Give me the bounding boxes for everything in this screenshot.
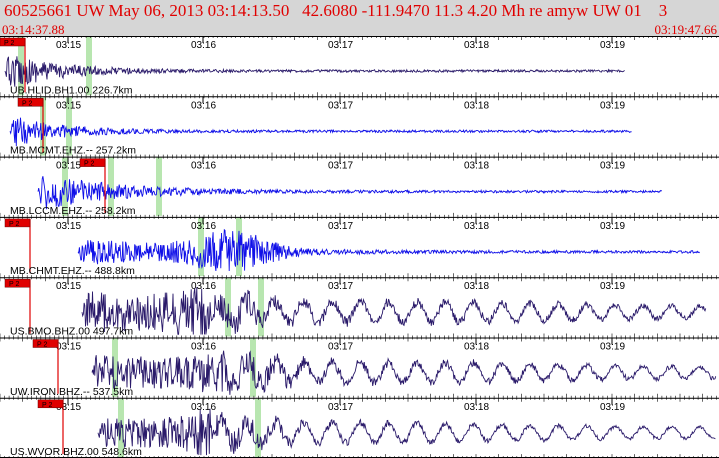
pick-label: P 2 [4,40,14,47]
time-tick-label: 03:17 [328,281,353,292]
station-label: UB.HLID.BH1.00 226.7km [10,84,133,96]
station-label: US.BMO.BHZ.00 497.7km [10,326,133,338]
time-tick-label: 03:19 [600,402,625,413]
time-tick-label: 03:16 [191,342,216,353]
time-tick-label: 03:18 [464,161,489,172]
trace-panel[interactable]: 03:15 03:16 03:17 03:18 03:19P 2US.WVOR.BHZ.… [0,397,719,458]
time-tick-label: 03:19 [600,221,625,232]
station-label: MB.CHMT.EHZ.-- 488.8km [10,265,135,277]
time-tick-label: 03:16 [191,100,216,111]
time-tick-label: 03:17 [328,161,353,172]
time-tick-label: 03:19 [600,100,625,111]
trace-panel[interactable]: 03:15 03:16 03:17 03:18 03:19 P 2 MB.MCMT.EHZ.… [0,96,719,157]
time-tick-label: 03:18 [464,342,489,353]
time-tick-label: 03:19 [600,281,625,292]
event-header: 60525661 UW May 06, 2013 03:14:13.50 42.… [0,0,719,37]
pick-label: P 2 [9,281,19,288]
waveform [77,228,700,272]
time-tick-label: 03:15 [56,281,81,292]
trace-panel[interactable]: 03:15 03:16 03:17 03:18 03:19 P 2 UB.HLID.BH1.… [0,36,719,96]
time-tick-label: 03:19 [600,161,625,172]
pick-label: P 2 [42,402,52,409]
trace-panel[interactable]: 03:15 03:16 03:17 03:18 03:19 P 2 MB.LCCM.EHZ.… [0,156,719,217]
time-tick-label: 03:15 [56,100,81,111]
pick-label: P 2 [9,221,19,228]
trace-panel[interactable]: 03:15 03:16 03:17 03:18 03:19P 2US.BMO.BHZ.0… [0,277,719,338]
station-label: MB.LCCM.EHZ.-- 258.2km [10,205,136,217]
pick-label: P 2 [84,161,94,168]
time-tick-label: 03:19 [600,40,625,51]
time-tick-label: 03:15 [56,161,81,172]
time-tick-label: 03:17 [328,100,353,111]
station-label: UW.IRON.BHZ.-- 537.5km [10,386,133,398]
time-tick-label: 03:15 [56,342,81,353]
time-tick-label: 03:16 [191,161,216,172]
waveform [4,56,625,87]
time-tick-label: 03:15 [56,40,81,51]
pick-label: P 2 [22,100,32,107]
time-tick-label: 03:16 [191,221,216,232]
analysis-window [255,398,261,458]
trace-panel[interactable]: 03:15 03:16 03:17 03:18 03:19 P 2 UW.IRON.BHZ.… [0,337,719,398]
time-tick-label: 03:17 [328,221,353,232]
time-tick-label: 03:18 [464,281,489,292]
pick-label: P 2 [37,342,47,349]
time-tick-label: 03:18 [464,402,489,413]
analysis-window [258,278,264,337]
time-tick-label: 03:17 [328,40,353,51]
time-tick-label: 03:15 [56,221,81,232]
waveform [97,408,716,456]
time-tick-label: 03:18 [464,40,489,51]
trace-panel[interactable]: 03:15 03:16 03:17 03:18 03:19 P 2 MB.CHMT.EHZ.… [0,216,719,277]
time-tick-label: 03:17 [328,402,353,413]
time-tick-label: 03:17 [328,342,353,353]
event-title: 60525661 UW May 06, 2013 03:14:13.50 42.… [4,1,668,20]
waveform [9,117,632,147]
waveform [81,287,707,335]
waveform [91,350,717,395]
time-tick-label: 03:18 [464,221,489,232]
time-tick-label: 03:16 [191,402,216,413]
analysis-window [156,157,162,216]
station-label: US.WVOR.BHZ.00 548.6km [10,446,142,458]
station-label: MB.MCMT.EHZ.-- 257.2km [10,145,136,157]
time-tick-label: 03:16 [191,40,216,51]
time-tick-label: 03:18 [464,100,489,111]
time-tick-label: 03:19 [600,342,625,353]
seismogram-panel[interactable]: 03:15 03:16 03:17 03:18 03:19 P 2 UB.HLID.BH1.… [0,36,719,458]
